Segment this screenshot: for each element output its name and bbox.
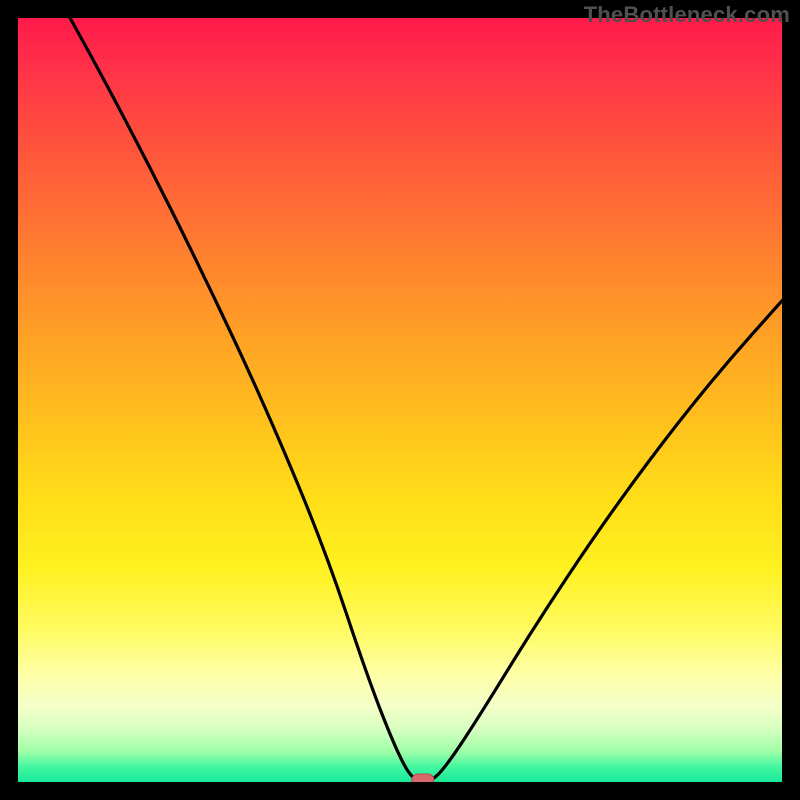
watermark-text: TheBottleneck.com — [584, 2, 790, 28]
bottleneck-curve-path — [18, 18, 782, 782]
bottleneck-curve-svg — [18, 18, 782, 782]
chart-frame: TheBottleneck.com — [0, 0, 800, 800]
optimal-marker — [412, 774, 434, 782]
plot-area — [18, 18, 782, 782]
